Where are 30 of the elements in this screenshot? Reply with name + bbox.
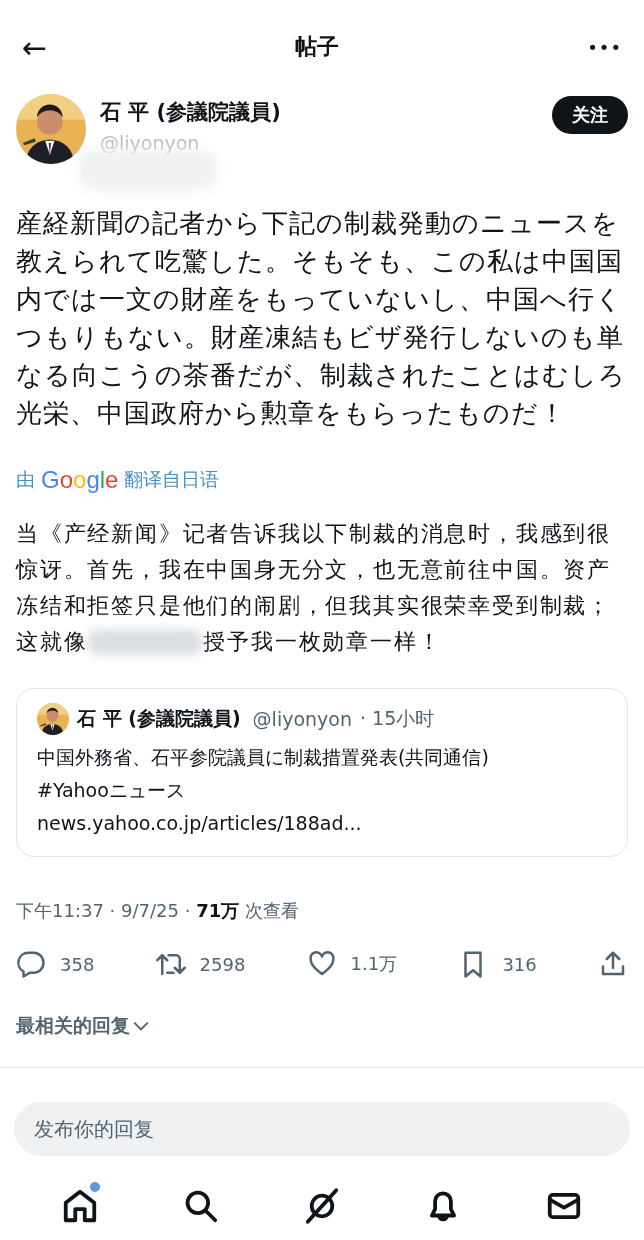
translated-text: 这就像 xyxy=(16,628,88,656)
more-button[interactable]: ••• xyxy=(583,36,626,58)
reply-sort-dropdown[interactable]: 最相关的回复 xyxy=(16,1013,150,1039)
post-time: · 15小时 xyxy=(360,706,435,731)
action-count: 2598 xyxy=(199,953,246,975)
google-logo[interactable]: Google xyxy=(41,466,119,494)
follow-button[interactable]: 关注 xyxy=(552,96,628,134)
translate-link[interactable]: 翻译自日语 xyxy=(124,467,220,493)
quoted-text: #Yahooニュース xyxy=(37,778,186,803)
quoted-post-card[interactable]: 石 平 (参議院議員) @liyonyon · 15小时 中国外務省、石平参院議員に制裁措置発表(共同通信) #Yahooニュース news.yahoo.co.jp/articles/188ad... xyxy=(16,688,628,857)
translated-text: 当《产经新闻》记者告诉我以下制裁的消息时，我感到很惊讶。首先，我在中国身无分文，也无意前往中国。资产冻结和拒签只是他们的闹剧，但我其实很荣幸受到制裁； xyxy=(16,520,612,620)
action-count: 1.1万 xyxy=(350,952,398,976)
view-count: 71万 xyxy=(196,900,240,921)
quoted-author-name: 石 平 (参議院議員) xyxy=(77,706,241,731)
author-name[interactable]: 石 平 (参議院議員) xyxy=(100,98,538,126)
quoted-text: 中国外務省、石平参院議員に制裁措置発表(共同通信) xyxy=(37,745,490,770)
quoted-author-handle: @liyonyon xyxy=(252,708,352,730)
view-label: 次查看 xyxy=(243,900,299,921)
post-timestamp: 下午11:37 · 9/7/25 · xyxy=(16,900,192,921)
translated-text: 授予我一枚勋章一样！ xyxy=(203,628,442,656)
back-button[interactable]: ← xyxy=(18,29,52,65)
reply-field[interactable]: 发布你的回复 xyxy=(14,1102,630,1156)
translate-prefix: 由 xyxy=(16,467,35,492)
quoted-text: news.yahoo.co.jp/articles/188ad... xyxy=(37,811,363,836)
page-title: 帖子 xyxy=(295,33,340,61)
post-text: 産経新聞の記者から下記の制裁発動のニュースを教えられて吃驚した。そもそも、この私は中国国内では一文の財産をもっていないし、中国へ行くつもりもない。財産凍結もビザ発行しないのも単なる向こうの茶番だが、制裁されたことはむしろ光栄、中国政府から勲章をもらったものだ！ xyxy=(16,207,627,430)
action-count: 358 xyxy=(60,953,95,975)
slashed-circle-icon[interactable] xyxy=(303,1187,341,1225)
speech-bubble-icon[interactable] xyxy=(16,949,46,979)
action-count: 316 xyxy=(502,953,537,975)
